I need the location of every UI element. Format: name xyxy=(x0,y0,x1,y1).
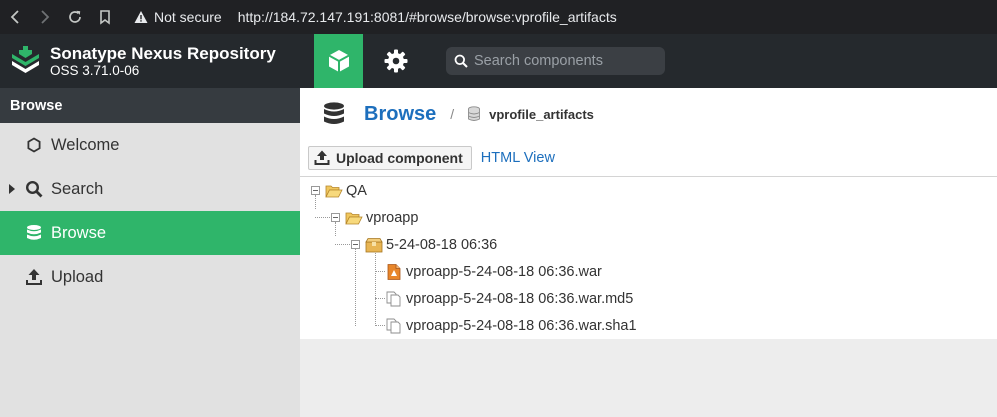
database-icon xyxy=(324,102,344,124)
back-arrow-icon xyxy=(10,10,19,24)
bookmark-button[interactable] xyxy=(90,0,120,34)
security-label: Not secure xyxy=(154,9,222,25)
tree-connector xyxy=(375,271,385,272)
package-icon xyxy=(365,237,383,252)
folder-open-icon xyxy=(345,212,363,224)
forward-button[interactable] xyxy=(30,0,60,34)
forward-arrow-icon xyxy=(41,10,50,24)
sidebar: Browse Welcome Search Browse Upload xyxy=(0,88,300,417)
tree-node-label: vproapp-5-24-08-18 06:36.war xyxy=(406,263,602,280)
html-view-link[interactable]: HTML View xyxy=(481,150,555,166)
upload-component-label: Upload component xyxy=(336,150,463,166)
search-icon xyxy=(24,179,44,199)
tree-node-label: vproapp-5-24-08-18 06:36.war.sha1 xyxy=(406,317,637,334)
tree-node-folder[interactable]: QA xyxy=(325,177,367,204)
tree-node-label: vproapp-5-24-08-18 06:36.war.md5 xyxy=(406,290,634,307)
tree-connector xyxy=(355,249,356,326)
security-indicator[interactable]: Not secure xyxy=(134,9,238,25)
tree-node-label: QA xyxy=(346,182,367,199)
page-header: Browse / vprofile_artifacts xyxy=(300,88,997,140)
tree-node-component[interactable]: 5-24-08-18 06:36 xyxy=(365,231,497,258)
gear-icon xyxy=(384,49,407,73)
war-file-icon xyxy=(387,263,401,280)
browse-toolbar: Upload component HTML View xyxy=(300,140,997,177)
component-search[interactable] xyxy=(446,47,665,75)
sidebar-item-label: Search xyxy=(51,179,104,198)
sidebar-item-label: Upload xyxy=(51,267,104,286)
bookmark-icon xyxy=(100,10,110,25)
search-input[interactable] xyxy=(474,53,654,69)
sidebar-item-browse[interactable]: Browse xyxy=(0,211,300,255)
tree-node-asset[interactable]: vproapp-5-24-08-18 06:36.war xyxy=(385,258,602,285)
main-content: Browse / vprofile_artifacts Upload compo… xyxy=(300,88,997,417)
address-bar[interactable]: Not secure http://184.72.147.191:8081/#b… xyxy=(134,0,617,34)
tree-connector xyxy=(375,325,385,326)
page-title[interactable]: Browse xyxy=(364,103,436,126)
app-header: Sonatype Nexus Repository OSS 3.71.0-06 xyxy=(0,34,997,88)
upload-component-button[interactable]: Upload component xyxy=(308,146,472,170)
browse-panel: Browse / vprofile_artifacts Upload compo… xyxy=(300,88,997,339)
sidebar-item-welcome[interactable]: Welcome xyxy=(0,123,300,167)
tree-node-asset[interactable]: vproapp-5-24-08-18 06:36.war.md5 xyxy=(385,285,633,312)
browser-toolbar: Not secure http://184.72.147.191:8081/#b… xyxy=(0,0,997,34)
tree-node-asset[interactable]: vproapp-5-24-08-18 06:36.war.sha1 xyxy=(385,312,637,339)
back-button[interactable] xyxy=(0,0,30,34)
component-tree: QA vproapp 5-24-08-18 06:36 vproapp-5-24… xyxy=(300,177,997,339)
reload-icon xyxy=(69,10,81,23)
breadcrumb-separator: / xyxy=(450,106,455,122)
warning-icon xyxy=(134,11,148,23)
sidebar-item-label: Welcome xyxy=(51,135,120,154)
sidebar-item-upload[interactable]: Upload xyxy=(0,255,300,299)
tree-node-folder[interactable]: vproapp xyxy=(345,204,418,231)
tree-connector xyxy=(315,195,316,209)
admin-mode-button[interactable] xyxy=(371,34,420,88)
reload-button[interactable] xyxy=(60,0,90,34)
tree-connector xyxy=(335,244,350,245)
breadcrumb: vprofile_artifacts xyxy=(489,106,594,122)
sidebar-item-label: Browse xyxy=(51,223,107,242)
brand-version: OSS 3.71.0-06 xyxy=(50,62,140,78)
url-text: http://184.72.147.191:8081/#browse/brows… xyxy=(237,9,617,25)
database-icon xyxy=(24,223,44,243)
nexus-logo-icon xyxy=(12,46,39,73)
tree-connector xyxy=(375,298,385,299)
repository-icon xyxy=(468,106,481,121)
tree-connector xyxy=(335,222,336,236)
collapse-toggle-icon[interactable] xyxy=(311,186,320,195)
expand-caret-icon[interactable] xyxy=(8,184,16,194)
upload-icon xyxy=(24,267,44,287)
hexagon-icon xyxy=(24,135,44,155)
sidebar-item-search[interactable]: Search xyxy=(0,167,300,211)
search-icon xyxy=(454,54,468,68)
file-icon xyxy=(386,291,401,306)
upload-icon xyxy=(314,150,330,165)
tree-node-label: 5-24-08-18 06:36 xyxy=(386,236,498,253)
brand[interactable]: Sonatype Nexus Repository OSS 3.71.0-06 xyxy=(0,34,300,88)
brand-title: Sonatype Nexus Repository xyxy=(50,43,276,63)
collapse-toggle-icon[interactable] xyxy=(351,240,360,249)
folder-open-icon xyxy=(325,185,343,197)
file-icon xyxy=(386,318,401,333)
sidebar-heading: Browse xyxy=(0,88,300,123)
tree-connector xyxy=(315,217,330,218)
cube-icon xyxy=(328,50,349,72)
collapse-toggle-icon[interactable] xyxy=(331,213,340,222)
tree-connector xyxy=(375,253,376,326)
browse-mode-button[interactable] xyxy=(314,34,363,88)
tree-node-label: vproapp xyxy=(366,209,419,226)
